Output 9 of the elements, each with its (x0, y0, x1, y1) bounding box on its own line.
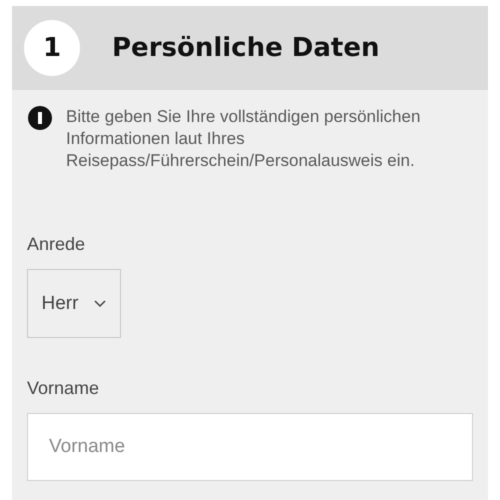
info-text: Bitte geben Sie Ihre vollständigen persönlichen Informationen laut Ihres Reisepass/Führerschein/Personalausweis ein. (66, 106, 422, 172)
info-icon (28, 106, 52, 130)
step-number: 1 (24, 20, 80, 76)
salutation-select[interactable]: Herr (27, 269, 121, 338)
section-title: Persönliche Daten (112, 33, 380, 63)
first-name-field[interactable]: Vorname (27, 413, 473, 481)
field-label: Vorname (27, 378, 100, 399)
field-label: Anrede (27, 234, 86, 255)
chevron-down-icon (94, 300, 106, 308)
